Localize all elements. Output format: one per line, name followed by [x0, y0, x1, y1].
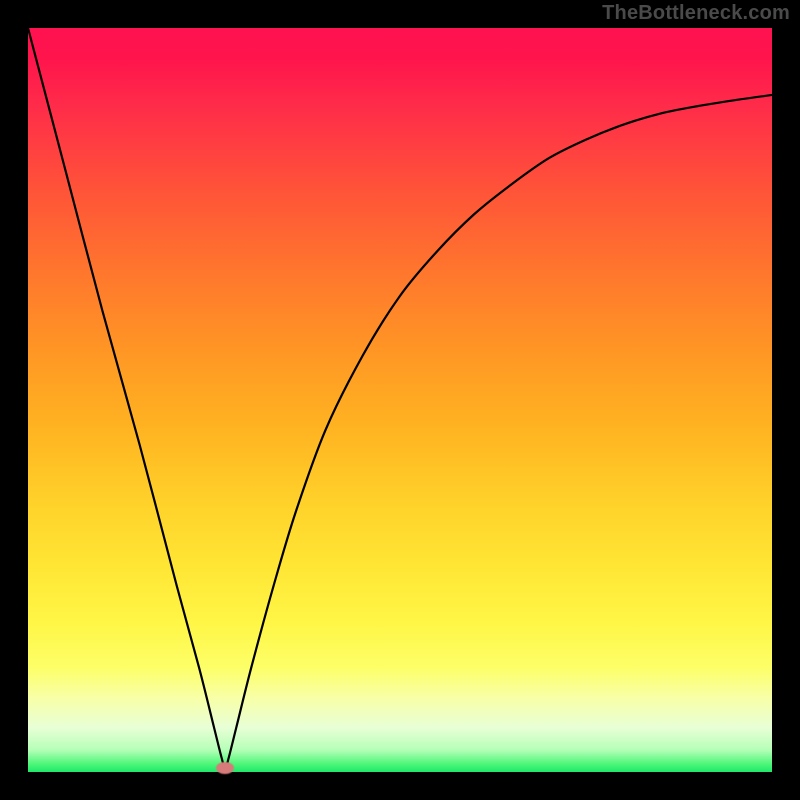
chart-frame: TheBottleneck.com — [0, 0, 800, 800]
minimum-marker — [216, 762, 234, 774]
watermark-text: TheBottleneck.com — [602, 2, 790, 25]
plot-area — [28, 28, 772, 772]
bottleneck-curve — [28, 28, 772, 772]
